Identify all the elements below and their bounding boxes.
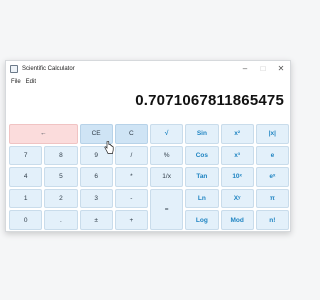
multiply-button[interactable]: * [114, 167, 148, 187]
digit-5-button[interactable]: 5 [44, 167, 78, 187]
equals-button[interactable]: = [150, 188, 184, 230]
digit-9-button[interactable]: 9 [79, 145, 113, 166]
sin-button[interactable]: Sin [185, 124, 219, 144]
digit-1-button[interactable]: 1 [9, 188, 43, 209]
calculator-window: Scientific Calculator – □ ✕ File Edit 0.… [5, 60, 291, 232]
sqrt-button[interactable]: √ [150, 124, 184, 144]
calculator-icon [10, 65, 18, 73]
abs-button[interactable]: |x| [255, 124, 289, 144]
factorial-button[interactable]: n! [255, 210, 289, 230]
menu-file[interactable]: File [11, 79, 21, 85]
log-button[interactable]: Log [185, 210, 219, 230]
percent-button[interactable]: % [150, 145, 184, 166]
close-button[interactable]: ✕ [272, 61, 290, 77]
mod-button[interactable]: Mod [220, 210, 254, 230]
decimal-button[interactable]: . [44, 210, 78, 230]
minus-button[interactable]: - [114, 188, 148, 209]
plus-minus-button[interactable]: ± [79, 210, 113, 230]
window-controls: – □ ✕ [236, 61, 290, 77]
digit-6-button[interactable]: 6 [79, 167, 113, 187]
window-title: Scientific Calculator [22, 66, 75, 72]
digit-3-button[interactable]: 3 [79, 188, 113, 209]
plus-button[interactable]: + [114, 210, 148, 230]
square-button[interactable]: x² [220, 124, 254, 144]
digit-2-button[interactable]: 2 [44, 188, 78, 209]
pi-button[interactable]: π [255, 188, 289, 209]
display-value: 0.7071067811865475 [135, 92, 284, 109]
divide-button[interactable]: / [114, 145, 148, 166]
maximize-button[interactable]: □ [254, 61, 272, 77]
digit-8-button[interactable]: 8 [44, 145, 78, 166]
menu-edit[interactable]: Edit [26, 79, 36, 85]
tan-button[interactable]: Tan [185, 167, 219, 187]
cube-button[interactable]: x³ [220, 145, 254, 166]
menu-bar: File Edit [6, 77, 290, 86]
reciprocal-button[interactable]: 1/x [150, 167, 184, 187]
title-bar[interactable]: Scientific Calculator – □ ✕ [6, 61, 290, 77]
e-constant-button[interactable]: e [255, 145, 289, 166]
display-panel: 0.7071067811865475 [6, 86, 290, 115]
ten-power-button[interactable]: 10ˣ [220, 167, 254, 187]
digit-4-button[interactable]: 4 [9, 167, 43, 187]
digit-7-button[interactable]: 7 [9, 145, 43, 166]
digit-0-button[interactable]: 0 [9, 210, 43, 230]
minimize-button[interactable]: – [236, 61, 254, 77]
keypad: ← CE C √ Sin x² |x| 7 8 9 / % Cos x³ e 4… [9, 124, 289, 230]
cos-button[interactable]: Cos [185, 145, 219, 166]
e-power-button[interactable]: eˣ [255, 167, 289, 187]
backspace-button[interactable]: ← [9, 124, 78, 144]
power-button[interactable]: Xʸ [220, 188, 254, 209]
clear-entry-button[interactable]: CE [79, 124, 113, 144]
clear-button[interactable]: C [114, 124, 148, 144]
ln-button[interactable]: Ln [185, 188, 219, 209]
